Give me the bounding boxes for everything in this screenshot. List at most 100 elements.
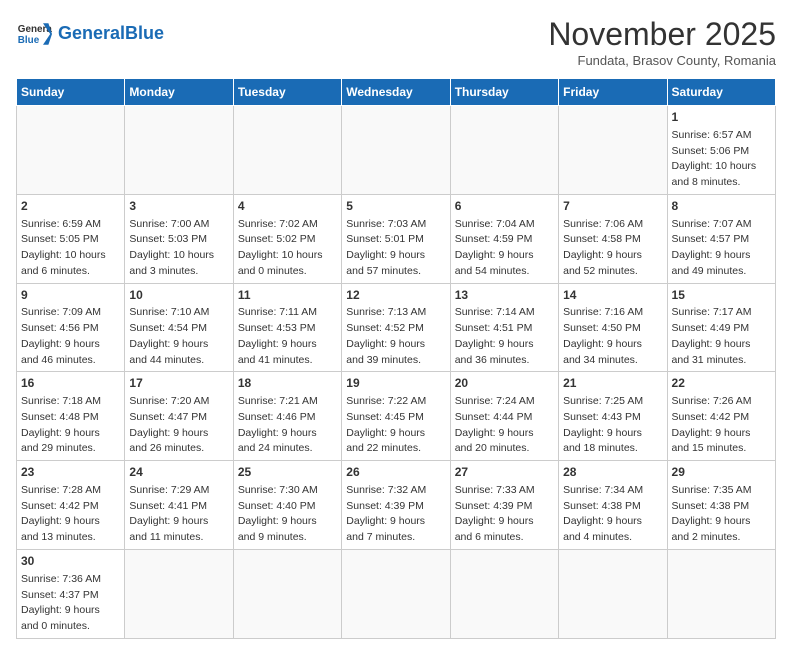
calendar-cell: 14Sunrise: 7:16 AM Sunset: 4:50 PM Dayli…: [559, 283, 667, 372]
weekday-header-monday: Monday: [125, 79, 233, 106]
calendar-week-3: 16Sunrise: 7:18 AM Sunset: 4:48 PM Dayli…: [17, 372, 776, 461]
day-number: 2: [21, 198, 120, 215]
calendar-cell: 29 Sunrise: 7:35 AM Sunset: 4:38 PM Dayli…: [667, 461, 775, 550]
day-number: 18: [238, 375, 337, 392]
weekday-header-saturday: Saturday: [667, 79, 775, 106]
calendar-header: SundayMondayTuesdayWednesdayThursdayFrid…: [17, 79, 776, 106]
logo-icon: General Blue: [16, 16, 52, 52]
calendar-cell: [450, 106, 558, 195]
day-info: Sunrise: 7:06 AM Sunset: 4:58 PM Dayligh…: [563, 217, 662, 280]
day-info: Sunrise: 7:26 AM Sunset: 4:42 PM Dayligh…: [672, 394, 771, 457]
day-info: Sunrise: 7:11 AM Sunset: 4:53 PM Dayligh…: [238, 305, 337, 368]
calendar-body: 1 Sunrise: 6:57 AM Sunset: 5:06 PM Daylig…: [17, 106, 776, 639]
weekday-header-wednesday: Wednesday: [342, 79, 450, 106]
day-number: 29: [672, 464, 771, 481]
calendar-cell: 19Sunrise: 7:22 AM Sunset: 4:45 PM Dayli…: [342, 372, 450, 461]
calendar-cell: 1 Sunrise: 6:57 AM Sunset: 5:06 PM Daylig…: [667, 106, 775, 195]
day-number: 10: [129, 287, 228, 304]
calendar-cell: 27Sunrise: 7:33 AM Sunset: 4:39 PM Dayli…: [450, 461, 558, 550]
day-number: 14: [563, 287, 662, 304]
calendar-cell: [233, 549, 341, 638]
header: General Blue GeneralBlue November 2025 F…: [16, 16, 776, 68]
day-number: 4: [238, 198, 337, 215]
day-info: Sunrise: 7:28 AM Sunset: 4:42 PM Dayligh…: [21, 483, 120, 546]
logo-general: General: [58, 23, 125, 43]
day-number: 30: [21, 553, 120, 570]
day-info: Sunrise: 7:09 AM Sunset: 4:56 PM Dayligh…: [21, 305, 120, 368]
calendar-cell: 18 Sunrise: 7:21 AM Sunset: 4:46 PM Dayli…: [233, 372, 341, 461]
day-info: Sunrise: 7:20 AM Sunset: 4:47 PM Dayligh…: [129, 394, 228, 457]
svg-text:Blue: Blue: [18, 35, 40, 46]
calendar-cell: 23 Sunrise: 7:28 AM Sunset: 4:42 PM Dayli…: [17, 461, 125, 550]
calendar-cell: 22Sunrise: 7:26 AM Sunset: 4:42 PM Dayli…: [667, 372, 775, 461]
weekday-header-tuesday: Tuesday: [233, 79, 341, 106]
calendar-cell: 13Sunrise: 7:14 AM Sunset: 4:51 PM Dayli…: [450, 283, 558, 372]
calendar-cell: [559, 549, 667, 638]
title-area: November 2025 Fundata, Brasov County, Ro…: [548, 16, 776, 68]
day-number: 27: [455, 464, 554, 481]
day-info: Sunrise: 7:34 AM Sunset: 4:38 PM Dayligh…: [563, 483, 662, 546]
calendar-cell: 15Sunrise: 7:17 AM Sunset: 4:49 PM Dayli…: [667, 283, 775, 372]
weekday-header-friday: Friday: [559, 79, 667, 106]
calendar-cell: [342, 549, 450, 638]
calendar-cell: [125, 549, 233, 638]
day-info: Sunrise: 7:02 AM Sunset: 5:02 PM Dayligh…: [238, 217, 337, 280]
calendar-cell: [342, 106, 450, 195]
month-title: November 2025: [548, 16, 776, 53]
calendar-table: SundayMondayTuesdayWednesdayThursdayFrid…: [16, 78, 776, 639]
day-number: 20: [455, 375, 554, 392]
calendar-cell: [17, 106, 125, 195]
day-number: 3: [129, 198, 228, 215]
day-number: 16: [21, 375, 120, 392]
calendar-cell: 7 Sunrise: 7:06 AM Sunset: 4:58 PM Daylig…: [559, 194, 667, 283]
day-number: 21: [563, 375, 662, 392]
day-number: 6: [455, 198, 554, 215]
day-number: 23: [21, 464, 120, 481]
day-info: Sunrise: 7:00 AM Sunset: 5:03 PM Dayligh…: [129, 217, 228, 280]
day-number: 5: [346, 198, 445, 215]
day-number: 13: [455, 287, 554, 304]
calendar-cell: 17 Sunrise: 7:20 AM Sunset: 4:47 PM Dayli…: [125, 372, 233, 461]
day-number: 8: [672, 198, 771, 215]
day-number: 9: [21, 287, 120, 304]
day-number: 11: [238, 287, 337, 304]
calendar-cell: 25 Sunrise: 7:30 AM Sunset: 4:40 PM Dayli…: [233, 461, 341, 550]
day-info: Sunrise: 7:32 AM Sunset: 4:39 PM Dayligh…: [346, 483, 445, 546]
day-info: Sunrise: 7:29 AM Sunset: 4:41 PM Dayligh…: [129, 483, 228, 546]
calendar-cell: 26 Sunrise: 7:32 AM Sunset: 4:39 PM Dayli…: [342, 461, 450, 550]
day-number: 17: [129, 375, 228, 392]
day-number: 25: [238, 464, 337, 481]
day-number: 19: [346, 375, 445, 392]
weekday-header-sunday: Sunday: [17, 79, 125, 106]
calendar-cell: 4 Sunrise: 7:02 AM Sunset: 5:02 PM Daylig…: [233, 194, 341, 283]
day-number: 12: [346, 287, 445, 304]
day-number: 15: [672, 287, 771, 304]
calendar-week-1: 2Sunrise: 6:59 AM Sunset: 5:05 PM Daylig…: [17, 194, 776, 283]
calendar-week-0: 1 Sunrise: 6:57 AM Sunset: 5:06 PM Daylig…: [17, 106, 776, 195]
weekday-row: SundayMondayTuesdayWednesdayThursdayFrid…: [17, 79, 776, 106]
day-info: Sunrise: 7:17 AM Sunset: 4:49 PM Dayligh…: [672, 305, 771, 368]
day-info: Sunrise: 7:21 AM Sunset: 4:46 PM Dayligh…: [238, 394, 337, 457]
day-info: Sunrise: 7:07 AM Sunset: 4:57 PM Dayligh…: [672, 217, 771, 280]
logo-text: GeneralBlue: [58, 23, 164, 45]
calendar-cell: [559, 106, 667, 195]
day-info: Sunrise: 7:30 AM Sunset: 4:40 PM Dayligh…: [238, 483, 337, 546]
day-info: Sunrise: 7:04 AM Sunset: 4:59 PM Dayligh…: [455, 217, 554, 280]
day-info: Sunrise: 7:14 AM Sunset: 4:51 PM Dayligh…: [455, 305, 554, 368]
calendar-cell: [233, 106, 341, 195]
day-number: 1: [672, 109, 771, 126]
day-number: 7: [563, 198, 662, 215]
day-info: Sunrise: 7:13 AM Sunset: 4:52 PM Dayligh…: [346, 305, 445, 368]
day-number: 26: [346, 464, 445, 481]
logo-blue: Blue: [125, 23, 164, 43]
day-info: Sunrise: 6:57 AM Sunset: 5:06 PM Dayligh…: [672, 128, 771, 191]
calendar-cell: 30Sunrise: 7:36 AM Sunset: 4:37 PM Dayli…: [17, 549, 125, 638]
day-info: Sunrise: 7:35 AM Sunset: 4:38 PM Dayligh…: [672, 483, 771, 546]
location-subtitle: Fundata, Brasov County, Romania: [548, 53, 776, 68]
calendar-cell: [125, 106, 233, 195]
day-info: Sunrise: 7:10 AM Sunset: 4:54 PM Dayligh…: [129, 305, 228, 368]
calendar-cell: 5 Sunrise: 7:03 AM Sunset: 5:01 PM Daylig…: [342, 194, 450, 283]
day-info: Sunrise: 7:03 AM Sunset: 5:01 PM Dayligh…: [346, 217, 445, 280]
calendar-cell: 2Sunrise: 6:59 AM Sunset: 5:05 PM Daylig…: [17, 194, 125, 283]
day-number: 28: [563, 464, 662, 481]
